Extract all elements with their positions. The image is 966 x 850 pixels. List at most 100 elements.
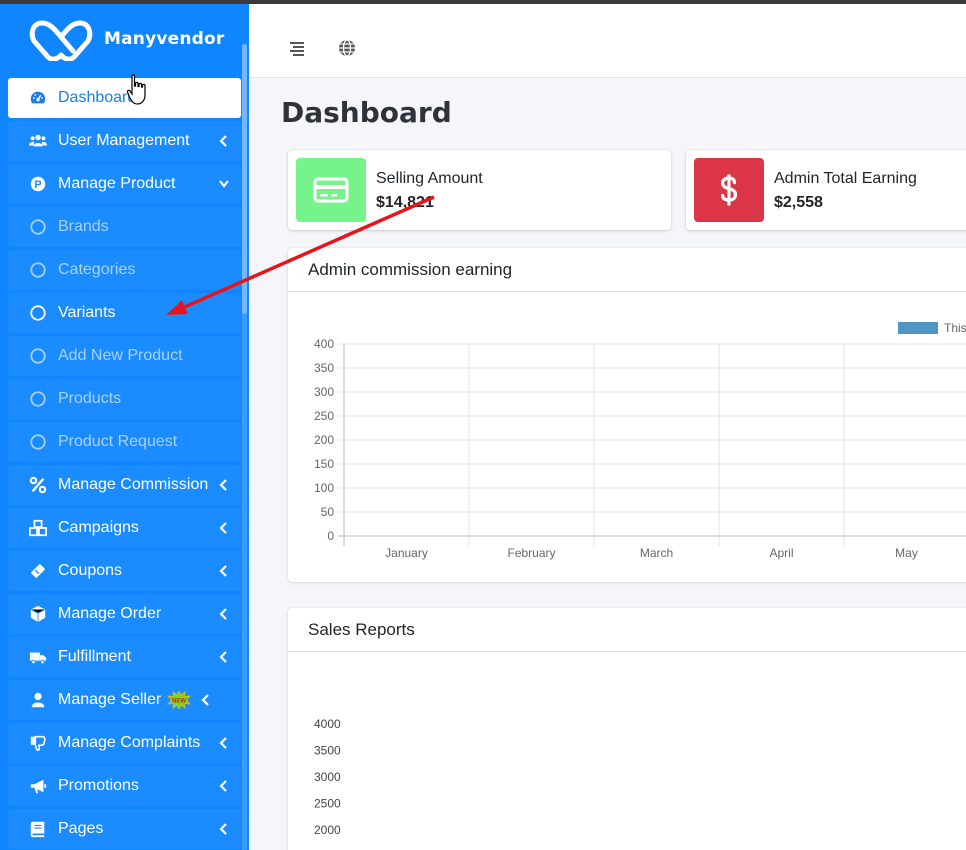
info-box-label: Admin Total Earning <box>774 170 917 187</box>
y-tick-label: 50 <box>321 505 335 519</box>
chevron-left-icon <box>219 779 229 793</box>
y-tick-label: 250 <box>314 409 334 423</box>
sidebar-item-label: Fulfillment <box>58 648 131 665</box>
x-tick-label: February <box>507 546 555 560</box>
ticket-icon <box>28 561 48 581</box>
sidebar-item-label: Manage Product <box>58 175 176 192</box>
sidebar-item-label: Brands <box>58 218 109 235</box>
box-icon <box>28 604 48 624</box>
circle-icon <box>28 389 48 409</box>
sidebar-item-campaigns[interactable]: Campaigns <box>8 508 241 548</box>
sidebar-item-coupons[interactable]: Coupons <box>8 551 241 591</box>
sidebar-item-label: Coupons <box>58 562 123 579</box>
sidebar-item-products[interactable]: Products <box>8 379 241 419</box>
sidebar-item-label: Products <box>58 390 122 407</box>
sidebar-item-promotions[interactable]: Promotions <box>8 766 241 806</box>
sidebar-item-categories[interactable]: Categories <box>8 250 241 290</box>
credit-card-icon <box>296 158 366 222</box>
circle-icon <box>28 346 48 366</box>
svg-text:P: P <box>34 179 41 191</box>
chevron-left-icon <box>219 607 229 621</box>
y-tick-label: 200 <box>314 433 334 447</box>
sidebar-item-manage-commission[interactable]: Manage Commission <box>8 465 241 505</box>
sidebar-item-label: Dashboard <box>58 89 137 106</box>
sidebar-item-label: Variants <box>58 304 116 321</box>
sidebar-item-label: Product Request <box>58 433 178 450</box>
dollar-icon <box>694 158 764 222</box>
page-title: Dashboard <box>281 96 452 129</box>
chevron-down-icon <box>219 177 229 191</box>
sidebar-item-label: Pages <box>58 820 104 837</box>
percent-icon <box>28 475 48 495</box>
y-tick-label: 100 <box>314 481 334 495</box>
manyvendor-logo-icon <box>29 20 93 61</box>
sidebar-item-manage-product[interactable]: P Manage Product <box>8 164 241 204</box>
window-top-strip <box>0 0 966 4</box>
sidebar-item-product-request[interactable]: Product Request <box>8 422 241 462</box>
sidebar-item-pages[interactable]: Pages <box>8 809 241 849</box>
chevron-left-icon <box>219 521 229 535</box>
cubes-icon <box>28 518 48 538</box>
x-tick-label: January <box>385 546 428 560</box>
y-tick-label: 150 <box>314 457 334 471</box>
circle-icon <box>28 432 48 452</box>
brand[interactable]: Manyvendor <box>0 4 249 74</box>
sidebar-item-manage-seller[interactable]: Manage Seller NEW <box>8 680 241 720</box>
menu-toggle-icon[interactable] <box>287 38 307 58</box>
legend-swatch <box>898 322 938 334</box>
x-tick-label: April <box>769 546 793 560</box>
sidebar-item-variants[interactable]: Variants <box>8 293 241 333</box>
thumbs-down-icon <box>28 733 48 753</box>
sidebar-scrollbar-thumb[interactable] <box>242 44 247 314</box>
truck-icon <box>28 647 48 667</box>
sidebar-item-brands[interactable]: Brands <box>8 207 241 247</box>
x-tick-label: May <box>895 546 918 560</box>
info-box-selling-amount: Selling Amount $14,821 <box>288 150 671 230</box>
chevron-left-icon <box>201 693 211 707</box>
new-badge-icon: NEW <box>167 690 192 710</box>
circle-icon <box>28 260 48 280</box>
y-tick-label: 2500 <box>314 797 341 811</box>
y-tick-label: 350 <box>314 361 334 375</box>
sidebar-item-label: User Management <box>58 132 190 149</box>
sidebar-item-fulfillment[interactable]: Fulfillment <box>8 637 241 677</box>
globe-icon[interactable] <box>337 38 357 58</box>
chevron-left-icon <box>219 736 229 750</box>
info-box-value: $14,821 <box>376 194 434 211</box>
sidebar-item-label: Categories <box>58 261 136 278</box>
chevron-left-icon <box>219 478 229 492</box>
info-box-admin-total-earning: Admin Total Earning $2,558 <box>686 150 966 230</box>
y-tick-label: 3000 <box>314 770 341 784</box>
sidebar-item-dashboard[interactable]: Dashboard <box>8 78 241 118</box>
chevron-left-icon <box>219 134 229 148</box>
y-tick-label: 300 <box>314 385 334 399</box>
sidebar-item-label: Promotions <box>58 777 139 794</box>
sidebar-item-label: Add New Product <box>58 347 183 364</box>
tachometer-icon <box>28 88 48 108</box>
sidebar-item-add-new-product[interactable]: Add New Product <box>8 336 241 376</box>
sales-line-chart: 4000 3500 3000 2500 2000 <box>314 717 341 837</box>
book-icon <box>28 819 48 839</box>
info-box-value: $2,558 <box>774 194 823 211</box>
y-tick-label: 4000 <box>314 717 341 731</box>
x-tick-label: March <box>640 546 673 560</box>
sales-reports-card: Sales Reports 4000 3500 3000 2500 2000 <box>288 608 966 850</box>
brand-name: Manyvendor <box>104 29 225 49</box>
y-tick-label: 0 <box>327 529 334 543</box>
product-p-icon: P <box>28 174 48 194</box>
commission-chart-card: Admin commission earning 0 50 100 150 200 250… <box>288 248 966 582</box>
bullhorn-icon <box>28 776 48 796</box>
user-icon <box>28 690 48 710</box>
sidebar-item-manage-complaints[interactable]: Manage Complaints <box>8 723 241 763</box>
y-tick-label: 400 <box>314 337 334 351</box>
card-title: Admin commission earning <box>288 248 966 292</box>
sidebar-menu: Dashboard User Management P Manage Produ… <box>8 78 241 850</box>
sidebar-item-label: Campaigns <box>58 519 139 536</box>
sidebar-item-user-management[interactable]: User Management <box>8 121 241 161</box>
main-content: Dashboard Selling Amount $14,821 Admin T… <box>249 4 966 850</box>
sidebar-item-label: Manage Complaints <box>58 734 201 751</box>
sidebar-item-label: Manage Seller <box>58 691 162 708</box>
sidebar-item-label: Manage Commission <box>58 476 209 493</box>
sidebar-item-manage-order[interactable]: Manage Order <box>8 594 241 634</box>
chevron-left-icon <box>219 650 229 664</box>
